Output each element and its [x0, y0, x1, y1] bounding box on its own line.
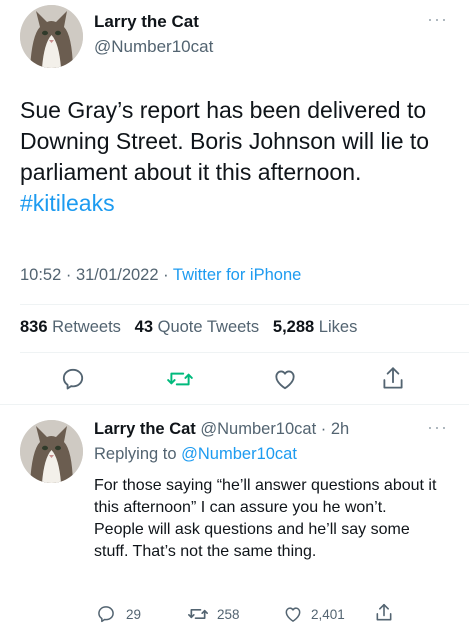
reply-author-avatar[interactable]: [20, 420, 83, 483]
reply-author-name[interactable]: Larry the Cat: [94, 420, 196, 438]
divider: [0, 404, 469, 405]
retweets-count: 836: [20, 318, 48, 336]
retweet-icon: [187, 609, 208, 619]
quotes-label: Quote Tweets: [157, 318, 260, 336]
retweet-icon: [167, 372, 193, 386]
reply-header: Larry the Cat @Number10cat · 2h: [94, 420, 349, 439]
reply-like-button[interactable]: 2,401: [283, 604, 345, 624]
reply-button[interactable]: [60, 366, 86, 392]
replying-to: Replying to @Number10cat: [94, 445, 297, 464]
divider: [20, 304, 469, 305]
tweet-source[interactable]: Twitter for iPhone: [173, 266, 301, 284]
divider: [20, 352, 469, 353]
author-avatar[interactable]: [20, 5, 83, 68]
reply-text: For those saying “he’ll answer questions…: [94, 477, 437, 560]
reply-share-button[interactable]: [374, 602, 394, 629]
quotes-stat[interactable]: 43 Quote Tweets: [135, 318, 259, 336]
replying-label: Replying to: [94, 445, 182, 463]
likes-label: Likes: [318, 318, 358, 336]
tweet-meta: 10:52 · 31/01/2022 · Twitter for iPhone: [20, 266, 301, 285]
reply-author-handle[interactable]: @Number10cat · 2h: [200, 420, 349, 438]
heart-icon: [275, 370, 295, 390]
reply-retweet-button[interactable]: 258: [187, 604, 240, 624]
quotes-count: 43: [134, 318, 154, 336]
reply-reply-button[interactable]: 29: [96, 604, 141, 624]
reply-count: 29: [126, 606, 142, 622]
retweet-count: 258: [217, 606, 240, 622]
like-count: 2,401: [311, 606, 345, 622]
reply-icon: [98, 606, 114, 623]
share-button[interactable]: [380, 365, 406, 393]
tweet-text: Sue Gray’s report has been delivered to …: [20, 95, 440, 219]
share-icon: [383, 367, 403, 389]
hashtag-link[interactable]: #kitileaks: [20, 190, 115, 216]
retweets-label: Retweets: [52, 318, 121, 336]
share-icon: [376, 603, 392, 621]
likes-stat[interactable]: 5,288 Likes: [273, 318, 357, 336]
reply-more-icon[interactable]: ···: [427, 417, 448, 438]
likes-count: 5,288: [272, 318, 315, 336]
tweet-timestamp[interactable]: 10:52 · 31/01/2022 ·: [20, 266, 173, 284]
retweets-stat[interactable]: 836 Retweets: [20, 318, 121, 336]
author-handle[interactable]: @Number10cat: [94, 37, 213, 57]
author-name[interactable]: Larry the Cat: [94, 12, 199, 32]
more-icon[interactable]: ···: [427, 9, 448, 30]
like-button[interactable]: [272, 366, 298, 392]
tweet-stats: 836 Retweets 43 Quote Tweets 5,288 Likes: [20, 318, 357, 337]
heart-icon: [285, 607, 301, 622]
reply-icon: [62, 368, 84, 390]
replying-handle-link[interactable]: @Number10cat: [181, 445, 297, 463]
cat-avatar-image: [20, 420, 83, 483]
cat-avatar-image: [20, 5, 83, 68]
tweet-body: Sue Gray’s report has been delivered to …: [20, 97, 430, 185]
retweet-button[interactable]: [166, 366, 194, 392]
